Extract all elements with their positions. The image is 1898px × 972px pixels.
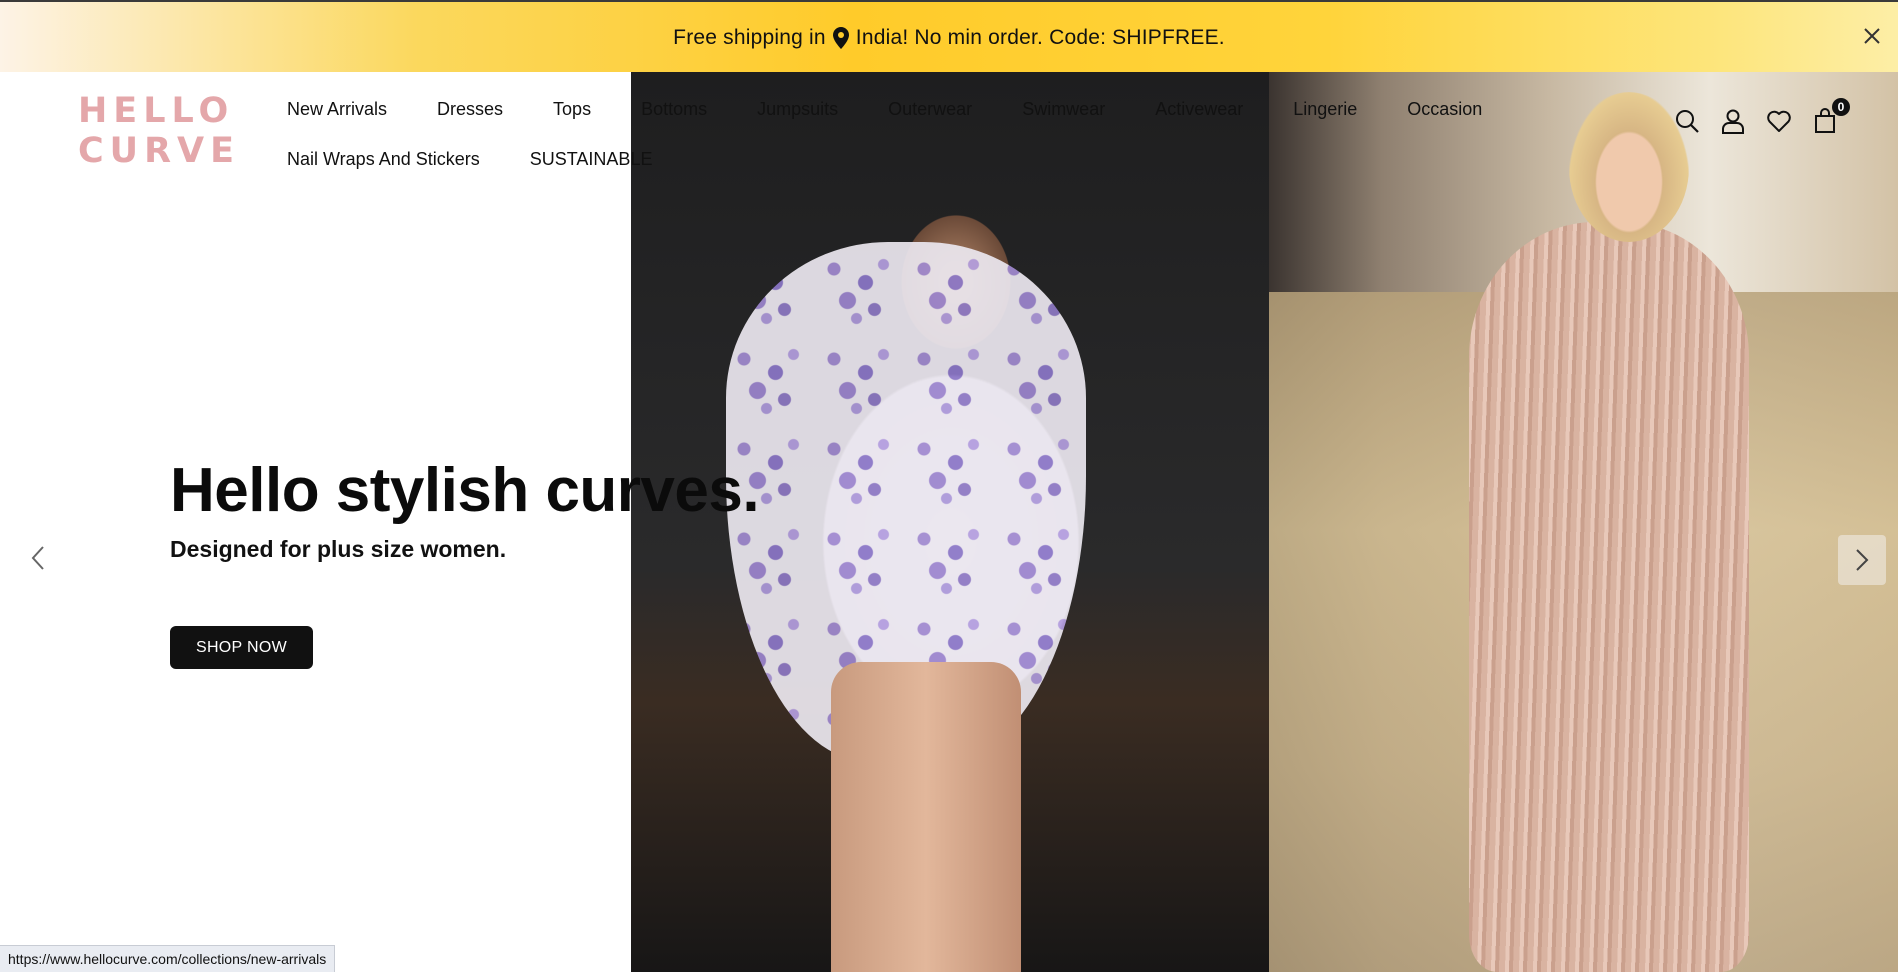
shop-now-button[interactable]: SHOP NOW xyxy=(170,626,313,669)
nav-item-activewear[interactable]: Activewear xyxy=(1155,99,1243,120)
nav-row-2: Nail Wraps And Stickers SUSTAINABLE xyxy=(287,134,1537,184)
header-actions: 0 xyxy=(1674,98,1850,134)
announcement-text: Free shipping in India! No min order. Co… xyxy=(0,26,1898,50)
nav-item-swimwear[interactable]: Swimwear xyxy=(1022,99,1105,120)
status-bar-url: https://www.hellocurve.com/collections/n… xyxy=(0,945,336,972)
nav-item-sustainable[interactable]: SUSTAINABLE xyxy=(530,149,653,170)
nav-item-dresses[interactable]: Dresses xyxy=(437,99,503,120)
nav-item-nail-wraps[interactable]: Nail Wraps And Stickers xyxy=(287,149,480,170)
heart-icon[interactable] xyxy=(1766,108,1792,134)
cart-count-badge: 0 xyxy=(1832,98,1850,116)
main-navigation: New Arrivals Dresses Tops Bottoms Jumpsu… xyxy=(287,84,1537,184)
nav-item-bottoms[interactable]: Bottoms xyxy=(641,99,707,120)
logo[interactable]: HELLO CURVE xyxy=(78,91,248,171)
chevron-left-icon[interactable] xyxy=(26,544,50,572)
nav-item-occasion[interactable]: Occasion xyxy=(1407,99,1482,120)
hero-title: Hello stylish curves. xyxy=(170,456,760,525)
nav-item-new-arrivals[interactable]: New Arrivals xyxy=(287,99,387,120)
logo-line-2: CURVE xyxy=(78,131,241,171)
nav-item-jumpsuits[interactable]: Jumpsuits xyxy=(757,99,838,120)
nav-item-lingerie[interactable]: Lingerie xyxy=(1293,99,1357,120)
chevron-right-icon xyxy=(1856,549,1869,571)
cart-button[interactable]: 0 xyxy=(1812,98,1850,134)
nav-item-tops[interactable]: Tops xyxy=(553,99,591,120)
nav-item-outerwear[interactable]: Outerwear xyxy=(888,99,972,120)
search-icon[interactable] xyxy=(1674,108,1700,134)
hero-subtitle: Designed for plus size women. xyxy=(170,536,507,562)
announcement-text-start: Free shipping in xyxy=(673,26,826,49)
close-icon[interactable] xyxy=(1860,24,1884,48)
user-icon[interactable] xyxy=(1720,108,1746,134)
announcement-text-end: India! No min order. Code: SHIPFREE. xyxy=(855,26,1225,49)
logo-line-1: HELLO xyxy=(78,91,235,131)
slider-next-button[interactable] xyxy=(1838,535,1886,585)
location-pin-icon xyxy=(832,27,849,49)
hero-image-sequin-gown xyxy=(1269,72,1898,972)
announcement-bar: Free shipping in India! No min order. Co… xyxy=(0,0,1898,72)
nav-row-1: New Arrivals Dresses Tops Bottoms Jumpsu… xyxy=(287,84,1537,134)
